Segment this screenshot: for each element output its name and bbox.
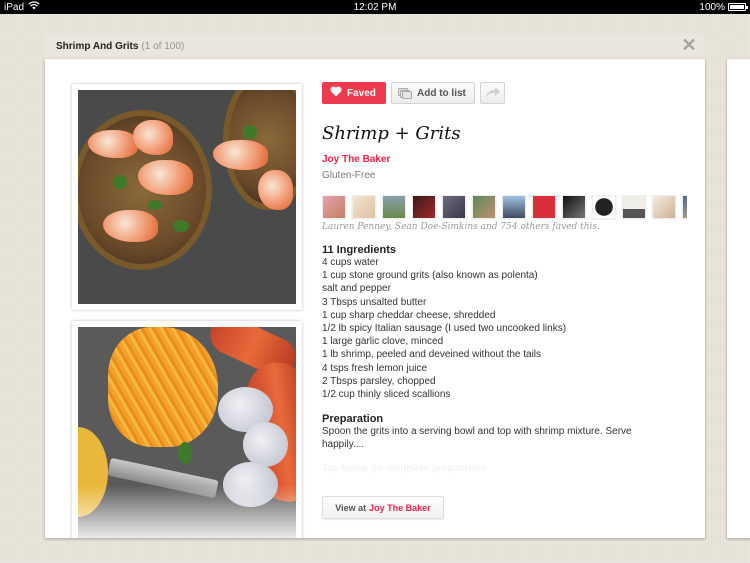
status-bar: iPad 12:02 PM 100% [0,0,750,14]
avatar[interactable] [682,195,687,219]
faved-by-avatars [322,195,687,220]
finished-dish-photo[interactable] [72,84,302,310]
avatar[interactable] [352,195,376,219]
ingredient-item: 1 cup sharp cheddar cheese, shredded [322,309,496,321]
ingredient-item: 1/2 cup thinly sliced scallions [322,389,451,401]
battery-icon [728,3,748,11]
recipe-position-count: (1 of 100) [141,41,185,52]
heart-icon [330,86,342,100]
card-header: Shrimp And Grits (1 of 100) ✕ [45,34,705,59]
ingredient-item: 2 Tbsps parsley, chopped [322,375,436,387]
view-at-prefix: View at [335,502,367,513]
faved-label: Faved [347,87,376,99]
ingredient-item: 1 large garlic clove, minced [322,336,444,348]
action-bar: Faved Add to list [322,82,687,104]
avatar[interactable] [472,195,496,219]
ingredients-list: 4 cups water 1 cup stone ground grits (a… [322,256,687,401]
avatar[interactable] [382,195,406,219]
faved-by-text: Lauren Penney, Sean Doe-Simkins and 754 … [322,222,600,232]
ingredients-photo[interactable] [72,321,302,538]
tap-for-more-hint: Tap below for complete preparation [322,463,486,474]
close-icon[interactable]: ✕ [681,36,697,54]
avatar[interactable] [532,195,556,219]
diet-tag: Gluten-Free [322,170,376,181]
avatar[interactable] [562,195,586,219]
next-recipe-card-peek[interactable] [727,59,750,538]
ingredient-item: salt and pepper [322,283,391,295]
recipe-title: Shrimp + Grits [322,123,461,144]
avatar[interactable] [412,195,436,219]
ingredient-item: 4 cups water [322,257,379,268]
avatar[interactable] [322,195,346,219]
ingredient-item: 4 tsps fresh lemon juice [322,362,428,374]
faved-button[interactable]: Faved [322,82,386,104]
view-at-source-name: Joy The Baker [369,502,431,513]
view-at-source-button[interactable]: View at Joy The Baker [322,496,444,519]
avatar[interactable] [502,195,526,219]
recipe-card: Faved Add to list Shrimp + Grits Joy The… [45,59,705,538]
preparation-text: Spoon the grits into a serving bowl and … [322,426,632,451]
recipe-source-link[interactable]: Joy The Baker [322,154,687,165]
ingredient-item: 1 cup stone ground grits (also known as … [322,270,538,282]
clock: 12:02 PM [353,1,397,13]
add-to-list-label: Add to list [417,87,466,99]
add-to-list-button[interactable]: Add to list [391,82,475,104]
share-button[interactable] [480,82,505,104]
battery-percent: 100% [699,1,725,13]
recipe-header-title: Shrimp And Grits [56,41,139,52]
avatar[interactable] [652,195,676,219]
avatar[interactable] [622,195,646,219]
share-arrow-icon [485,86,501,101]
ingredient-item: 1/2 lb spicy Italian sausage (I used two… [322,323,567,335]
ingredient-item: 1 lb shrimp, peeled and deveined without… [322,349,542,361]
preparation-heading: Preparation [322,413,384,426]
wifi-icon [28,1,40,13]
ingredient-item: 3 Tbsps unsalted butter [322,296,427,308]
ingredients-heading: 11 Ingredients [322,244,396,256]
device-label: iPad [4,1,25,13]
list-stack-icon [398,87,412,99]
avatar[interactable] [442,195,466,219]
recipe-details: Faved Add to list Shrimp + Grits Joy The… [322,82,687,474]
avatar[interactable] [592,195,616,219]
